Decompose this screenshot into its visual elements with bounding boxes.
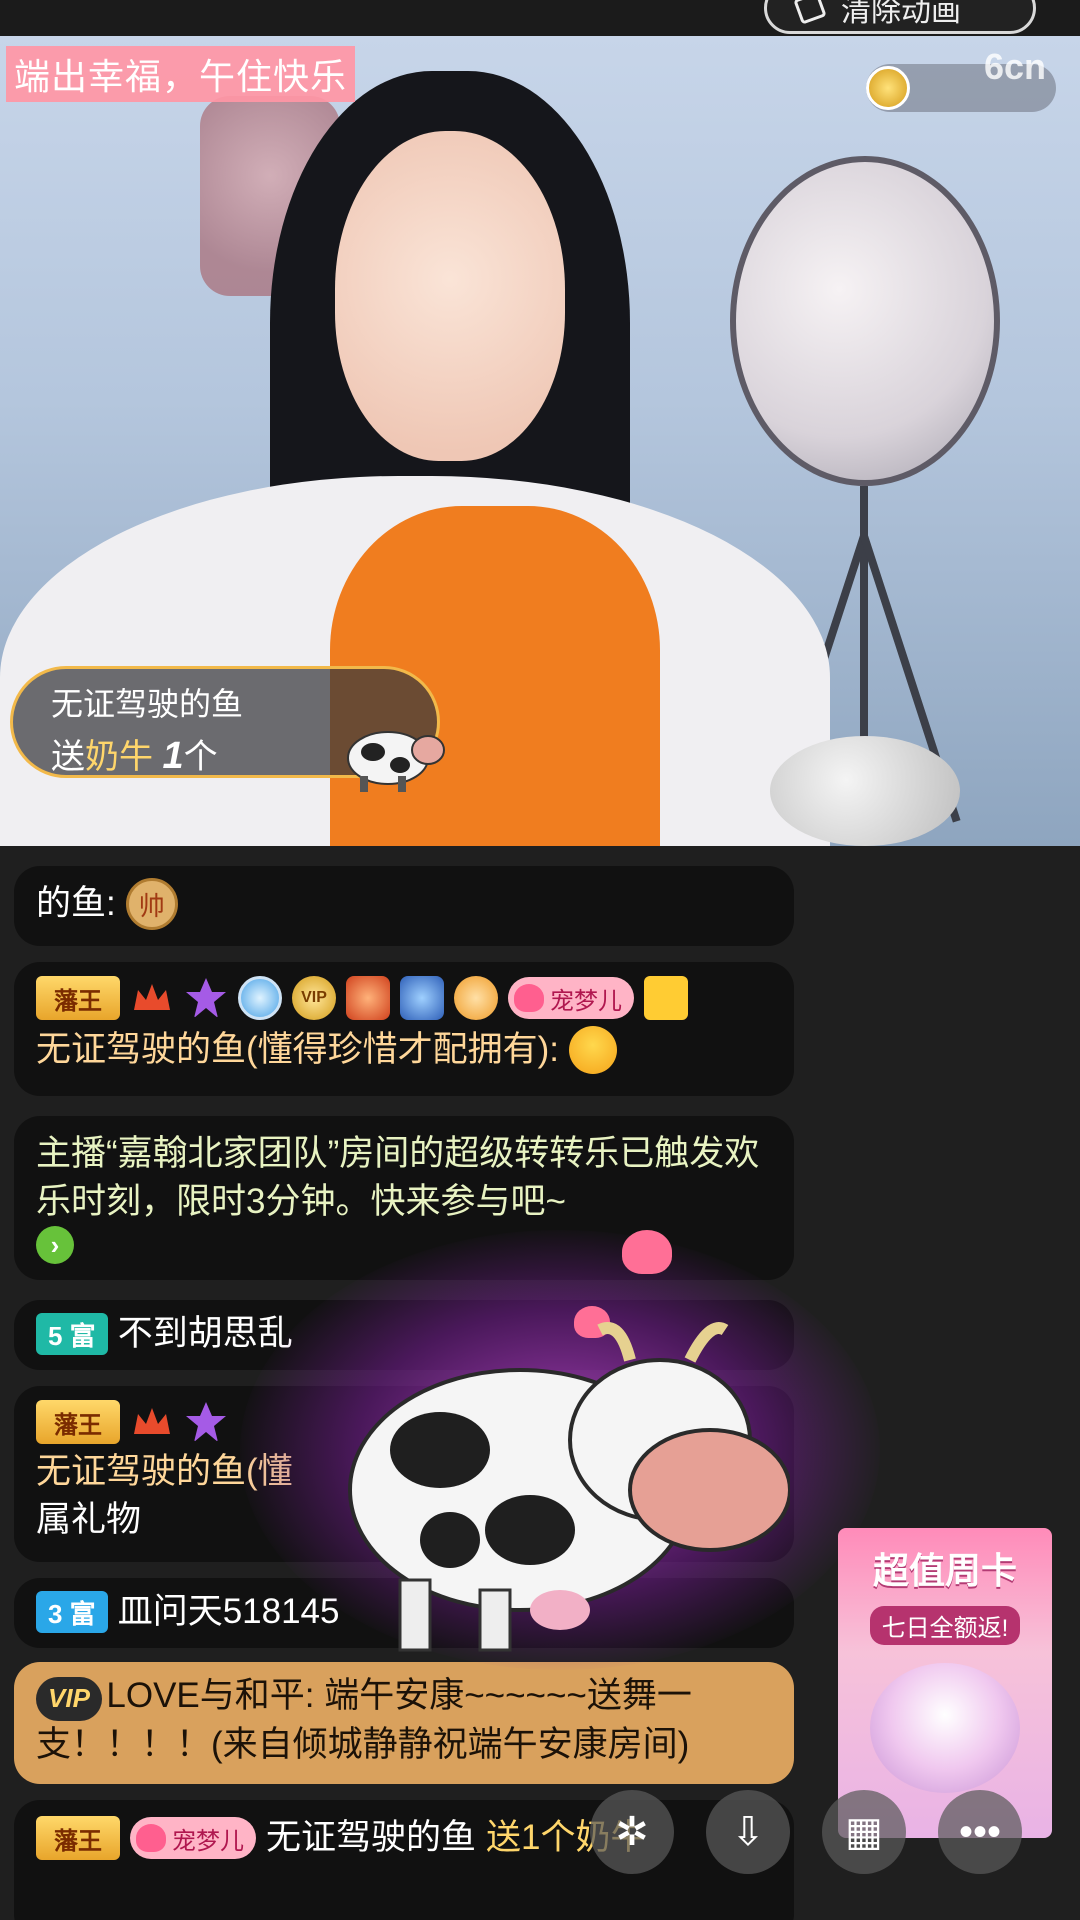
pet-badge[interactable]: 宠梦儿 <box>508 977 634 1019</box>
wings-badge-icon <box>454 976 498 1020</box>
grid-icon: ▦ <box>845 1810 883 1854</box>
crown-icon <box>134 984 170 1010</box>
message-text: 不到胡思乱 <box>117 1314 293 1353</box>
heart-icon <box>136 1824 166 1852</box>
chat-message: 藩王 VIP 宠梦儿 无证驾驶的鱼(懂得珍惜才配拥有): <box>14 962 794 1096</box>
microphone <box>770 736 960 846</box>
chat-message: 的鱼: 帅 <box>14 866 794 946</box>
more-icon: ••• <box>958 1809 1001 1854</box>
user-card-icon <box>644 976 688 1020</box>
level-coin-icon <box>866 66 910 110</box>
rich-level-tag[interactable]: 5 富 <box>36 1313 108 1355</box>
watermark-logo: 6cn <box>984 46 1047 87</box>
cow-gift-animation <box>348 1322 790 1652</box>
more-button[interactable]: ••• <box>938 1790 1022 1874</box>
rich-level-tag[interactable]: 3 富 <box>36 1591 108 1633</box>
message-user: 无证驾驶的鱼 <box>266 1818 477 1857</box>
crown-icon <box>134 1408 170 1434</box>
handsome-badge-icon: 帅 <box>125 878 178 930</box>
vip-tag: VIP <box>36 1676 102 1721</box>
promo-subtitle: 七日全额返! <box>869 1606 1021 1645</box>
cow-gift-icon <box>347 731 445 792</box>
clear-animation-button[interactable]: 清除动画 <box>764 0 1036 34</box>
pet-name: 宠梦儿 <box>550 987 622 1015</box>
vip-crown-icon: VIP <box>292 976 336 1020</box>
fan-tag[interactable]: 藩王 <box>36 1816 120 1860</box>
vip-message-text: LOVE与和平: 端午安康~~~~~~送舞一支！！！！(来自倾城静静祝端午安康房… <box>36 1676 692 1764</box>
pet-name: 宠梦儿 <box>172 1827 244 1855</box>
studio-lamp <box>730 156 1000 486</box>
arrow-right-icon[interactable]: › <box>36 1226 74 1264</box>
message-text: 皿问天518145 <box>117 1592 340 1631</box>
heart-icon <box>514 984 544 1012</box>
promo-title: 超值周卡 <box>872 1550 1017 1591</box>
promo-orb-icon <box>870 1663 1020 1793</box>
message-text: 无证驾驶的鱼(懂得珍惜才配拥有): <box>36 1030 560 1069</box>
system-message-text: 主播“嘉翰北家团队”房间的超级转转乐已触发欢乐时刻，限时3分钟。快来参与吧~ <box>36 1134 760 1221</box>
diamond-badge-icon <box>238 976 282 1020</box>
chat-message: 藩王 宠梦儿 无证驾驶的鱼 送1个奶牛 <box>14 1800 794 1920</box>
gift-count: 1 <box>162 735 184 777</box>
medal-icon <box>346 976 390 1020</box>
vip-message: VIP LOVE与和平: 端午安康~~~~~~送舞一支！！！！(来自倾城静静祝端… <box>14 1662 794 1784</box>
message-text: 的鱼: <box>36 884 116 923</box>
fan-tag[interactable]: 藩王 <box>36 1400 120 1444</box>
live-title: 端出幸福，午住快乐 <box>6 46 356 102</box>
gift-unit: 个 <box>183 738 218 776</box>
star-badge-icon <box>186 978 226 1018</box>
top-bar: 清除动画 <box>0 0 1080 36</box>
gift-name: 奶牛 <box>85 738 153 776</box>
clear-animation-label: 清除动画 <box>841 0 961 28</box>
sparkle-icon: ✲ <box>615 1810 649 1854</box>
download-icon: ⇩ <box>731 1810 765 1854</box>
streamer-face <box>335 131 565 461</box>
effects-toggle-button[interactable]: ✲ <box>590 1790 674 1874</box>
guard-badge-icon <box>400 976 444 1020</box>
smile-emoji-icon <box>569 1026 618 1074</box>
eraser-icon <box>793 0 827 25</box>
pet-badge[interactable]: 宠梦儿 <box>130 1817 256 1859</box>
grid-menu-button[interactable]: ▦ <box>822 1790 906 1874</box>
star-badge-icon <box>186 1402 226 1442</box>
download-button[interactable]: ⇩ <box>706 1790 790 1874</box>
send-word: 送 <box>51 738 85 776</box>
fan-tag[interactable]: 藩王 <box>36 976 120 1020</box>
heart-icon <box>622 1230 672 1274</box>
